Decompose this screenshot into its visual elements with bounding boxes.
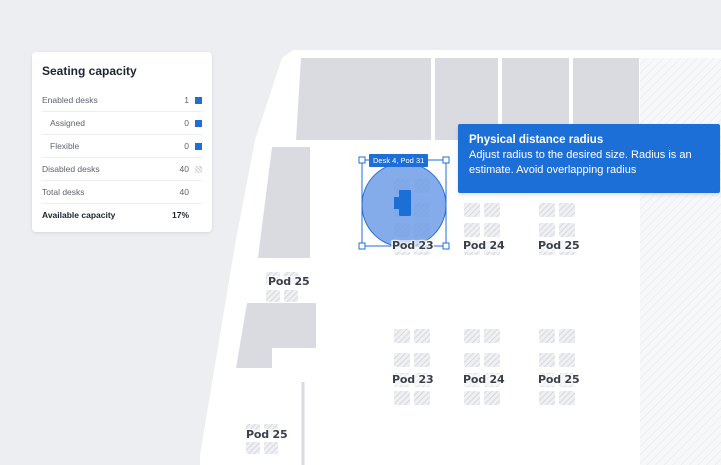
capacity-row-label: Available capacity xyxy=(42,210,116,220)
capacity-row-value: 0 xyxy=(184,118,189,128)
capacity-row-label: Disabled desks xyxy=(42,164,100,174)
desk[interactable] xyxy=(246,442,260,454)
desk[interactable] xyxy=(559,223,575,237)
capacity-row-label: Assigned xyxy=(50,118,85,128)
legend-swatch xyxy=(195,142,202,150)
legend-swatch xyxy=(195,96,202,104)
desk[interactable] xyxy=(414,329,430,343)
desk[interactable] xyxy=(484,223,500,237)
pod-label: Pod 24 xyxy=(462,239,506,252)
desk[interactable] xyxy=(484,353,500,367)
desk[interactable] xyxy=(559,353,575,367)
desk[interactable] xyxy=(559,329,575,343)
desk[interactable] xyxy=(464,329,480,343)
desk[interactable] xyxy=(464,223,480,237)
pod-label: Pod 23 xyxy=(391,239,435,252)
desk[interactable] xyxy=(264,442,278,454)
capacity-row-label: Flexible xyxy=(50,141,80,151)
tooltip-body: Adjust radius to the desired size. Radiu… xyxy=(469,149,692,176)
tooltip-title: Physical distance radius xyxy=(469,134,604,146)
legend-swatch xyxy=(195,119,202,127)
legend-swatch xyxy=(195,189,202,196)
desk[interactable] xyxy=(464,353,480,367)
pod-label: Pod 25 xyxy=(537,239,581,252)
capacity-row-label: Enabled desks xyxy=(42,95,98,105)
pod-label: Pod 25 xyxy=(537,373,581,386)
desk[interactable] xyxy=(559,391,575,405)
capacity-row-value: 17% xyxy=(171,210,189,220)
desk[interactable] xyxy=(284,290,298,302)
desk[interactable] xyxy=(464,203,480,217)
capacity-row: Available capacity 17% xyxy=(42,204,202,226)
capacity-row: Assigned 0 xyxy=(42,112,202,135)
desk[interactable] xyxy=(559,203,575,217)
restricted-area xyxy=(640,58,721,465)
desk[interactable] xyxy=(394,391,410,405)
desk[interactable] xyxy=(414,353,430,367)
desk[interactable] xyxy=(266,290,280,302)
desk[interactable] xyxy=(484,203,500,217)
capacity-row: Total desks 40 xyxy=(42,181,202,204)
desk[interactable] xyxy=(539,391,555,405)
capacity-row: Disabled desks 40 xyxy=(42,158,202,181)
capacity-row-value: 1 xyxy=(184,95,189,105)
capacity-row: Enabled desks 1 xyxy=(42,89,202,112)
seating-capacity-panel: Seating capacity Enabled desks 1 Assigned 0… xyxy=(32,52,212,232)
distance-radius-tooltip: Physical distance radius Adjust radius t… xyxy=(458,124,720,193)
pod-label: Pod 24 xyxy=(462,373,506,386)
capacity-row-value: 40 xyxy=(179,187,189,197)
capacity-row-value: 40 xyxy=(179,164,189,174)
desk[interactable] xyxy=(539,203,555,217)
capacity-row-value: 0 xyxy=(184,141,189,151)
desk[interactable] xyxy=(539,223,555,237)
pod-label: Pod 25 xyxy=(245,428,289,441)
desk[interactable] xyxy=(464,391,480,405)
desk[interactable] xyxy=(539,329,555,343)
desk[interactable] xyxy=(394,329,410,343)
legend-swatch xyxy=(195,212,202,219)
desk[interactable] xyxy=(484,329,500,343)
desk-tag[interactable]: Desk 4, Pod 31 xyxy=(369,154,429,167)
panel-title: Seating capacity xyxy=(42,64,137,78)
capacity-rows: Enabled desks 1 Assigned 0 Flexible 0 Disabled… xyxy=(42,89,202,226)
desk[interactable] xyxy=(414,391,430,405)
legend-swatch xyxy=(195,165,202,173)
capacity-row: Flexible 0 xyxy=(42,135,202,158)
desk[interactable] xyxy=(539,353,555,367)
pod-label: Pod 25 xyxy=(267,275,311,288)
desk[interactable] xyxy=(394,353,410,367)
desk[interactable] xyxy=(484,391,500,405)
pod-label: Pod 23 xyxy=(391,373,435,386)
capacity-row-label: Total desks xyxy=(42,187,85,197)
